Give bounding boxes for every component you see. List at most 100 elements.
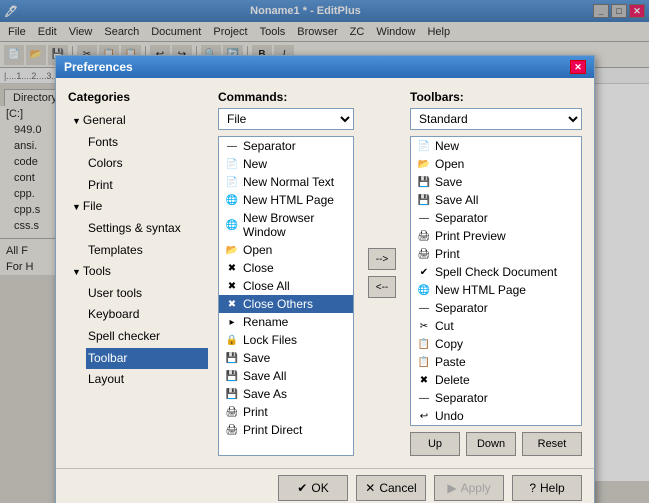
toolbar-item[interactable]: 🖨 Print bbox=[411, 245, 581, 263]
cat-fonts[interactable]: Fonts bbox=[86, 132, 208, 154]
toolbar-item-label: Separator bbox=[435, 211, 488, 225]
toolbar-item-icon: ↩ bbox=[417, 409, 431, 423]
command-item-label: New HTML Page bbox=[243, 193, 334, 207]
commands-item[interactable]: 💾Save As bbox=[219, 385, 353, 403]
toolbar-item[interactable]: 🌐New HTML Page bbox=[411, 281, 581, 299]
toolbar-item-label: Open bbox=[435, 157, 464, 171]
toolbar-item[interactable]: 📋Copy bbox=[411, 335, 581, 353]
cat-spell-checker[interactable]: Spell checker bbox=[86, 326, 208, 348]
toolbar-item[interactable]: —Separator bbox=[411, 389, 581, 407]
cat-templates[interactable]: Templates bbox=[86, 240, 208, 262]
preferences-dialog: Preferences ✕ Categories ▼ General Fonts… bbox=[55, 55, 595, 503]
ok-btn[interactable]: ✔ OK bbox=[278, 475, 348, 501]
cat-colors[interactable]: Colors bbox=[86, 153, 208, 175]
apply-label: Apply bbox=[461, 481, 491, 495]
cat-user-tools[interactable]: User tools bbox=[86, 283, 208, 305]
commands-item[interactable]: 📂Open bbox=[219, 241, 353, 259]
ok-label: OK bbox=[311, 481, 328, 495]
move-left-btn[interactable]: <-- bbox=[368, 276, 396, 298]
cat-keyboard[interactable]: Keyboard bbox=[86, 304, 208, 326]
toolbar-management-btns: Up Down Reset bbox=[410, 432, 582, 456]
dialog-body: Categories ▼ General Fonts Colors Print bbox=[56, 78, 594, 468]
toolbar-item[interactable]: 🖨 Print Preview bbox=[411, 227, 581, 245]
toolbar-item-label: Print bbox=[435, 247, 460, 261]
cat-tools-children: User tools Keyboard Spell checker Toolba… bbox=[86, 283, 208, 391]
down-btn[interactable]: Down bbox=[466, 432, 516, 456]
toolbar-item[interactable]: ✖Delete bbox=[411, 371, 581, 389]
cat-file-toggle[interactable]: ▼ File bbox=[72, 196, 208, 218]
apply-arrow-icon: ▶ bbox=[447, 481, 456, 495]
command-item-label: Close Others bbox=[243, 297, 313, 311]
command-item-label: New Normal Text bbox=[243, 175, 334, 189]
cat-group-tools: ▼ Tools User tools Keyboard Spell checke… bbox=[72, 261, 208, 391]
toolbar-item[interactable]: 📋Paste bbox=[411, 353, 581, 371]
command-item-label: Save All bbox=[243, 369, 286, 383]
cat-file-label: File bbox=[83, 196, 102, 218]
commands-item[interactable]: 📄New bbox=[219, 155, 353, 173]
help-btn[interactable]: ? Help bbox=[512, 475, 582, 501]
toolbar-item-icon: ✂ bbox=[417, 319, 431, 333]
cat-general-toggle[interactable]: ▼ General bbox=[72, 110, 208, 132]
commands-item[interactable]: ✖Close All bbox=[219, 277, 353, 295]
commands-item[interactable]: 💾Save All bbox=[219, 367, 353, 385]
toolbar-item[interactable]: ✂Cut bbox=[411, 317, 581, 335]
commands-item[interactable]: ▸Rename bbox=[219, 313, 353, 331]
dialog-footer: ✔ OK ✕ Cancel ▶ Apply ? Help bbox=[56, 468, 594, 503]
cancel-btn[interactable]: ✕ Cancel bbox=[356, 475, 426, 501]
toolbar-item[interactable]: —Separator bbox=[411, 299, 581, 317]
reset-btn[interactable]: Reset bbox=[522, 432, 582, 456]
move-right-btn[interactable]: --> bbox=[368, 248, 396, 270]
cat-general-children: Fonts Colors Print bbox=[86, 132, 208, 197]
command-item-icon: 📄 bbox=[225, 175, 239, 189]
toolbar-item-icon: — bbox=[417, 211, 431, 225]
commands-item[interactable]: 🔒Lock Files bbox=[219, 331, 353, 349]
toolbars-dropdown[interactable]: Standard bbox=[410, 108, 582, 130]
up-btn[interactable]: Up bbox=[410, 432, 460, 456]
cat-tools-toggle[interactable]: ▼ Tools bbox=[72, 261, 208, 283]
toolbar-item[interactable]: 📄New bbox=[411, 137, 581, 155]
help-icon: ? bbox=[529, 481, 536, 495]
toolbars-panel: Toolbars: Standard 📄New📂Open💾Save💾Save A… bbox=[410, 90, 582, 456]
toolbar-item[interactable]: ✔Spell Check Document bbox=[411, 263, 581, 281]
command-item-label: Separator bbox=[243, 139, 296, 153]
cat-toolbar[interactable]: Toolbar bbox=[86, 348, 208, 370]
toolbar-item-label: Undo bbox=[435, 409, 464, 423]
toolbar-item-icon: 🌐 bbox=[417, 283, 431, 297]
toolbar-item[interactable]: — Separator bbox=[411, 209, 581, 227]
command-item-icon: 💾 bbox=[225, 351, 239, 365]
commands-item[interactable]: ✖Close bbox=[219, 259, 353, 277]
cat-layout[interactable]: Layout bbox=[86, 369, 208, 391]
commands-item[interactable]: ✖Close Others bbox=[219, 295, 353, 313]
command-item-icon: 📂 bbox=[225, 243, 239, 257]
toolbar-item-label: Print Preview bbox=[435, 229, 506, 243]
command-item-label: Rename bbox=[243, 315, 288, 329]
apply-btn[interactable]: ▶ Apply bbox=[434, 475, 504, 501]
cancel-x-icon: ✕ bbox=[365, 481, 375, 495]
cat-settings-syntax[interactable]: Settings & syntax bbox=[86, 218, 208, 240]
commands-dropdown[interactable]: File bbox=[218, 108, 354, 130]
dialog-title-bar: Preferences ✕ bbox=[56, 56, 594, 78]
cat-tools-label: Tools bbox=[83, 261, 111, 283]
commands-item[interactable]: —Separator bbox=[219, 137, 353, 155]
toolbar-item[interactable]: 💾Save All bbox=[411, 191, 581, 209]
commands-item[interactable]: 🖨Print bbox=[219, 403, 353, 421]
toolbar-item-icon: 🖨 bbox=[417, 247, 431, 261]
toolbar-item-icon: 💾 bbox=[417, 193, 431, 207]
toolbar-item[interactable]: 💾Save bbox=[411, 173, 581, 191]
commands-item[interactable]: 📄 New Normal Text bbox=[219, 173, 353, 191]
commands-item[interactable]: 💾Save bbox=[219, 349, 353, 367]
toolbar-item-icon: 🖨 bbox=[417, 229, 431, 243]
toolbar-item[interactable]: ↩ Undo bbox=[411, 407, 581, 425]
toolbars-list[interactable]: 📄New📂Open💾Save💾Save All — Separator 🖨 Print … bbox=[410, 136, 582, 426]
commands-panel: Commands: File —Separator📄New📄New Normal… bbox=[218, 90, 354, 456]
commands-item[interactable]: 🌐New HTML Page bbox=[219, 191, 353, 209]
toolbar-item-label: Copy bbox=[435, 337, 463, 351]
command-item-icon: 📄 bbox=[225, 157, 239, 171]
toolbar-item[interactable]: 📂Open bbox=[411, 155, 581, 173]
dialog-close-btn[interactable]: ✕ bbox=[570, 60, 586, 74]
cat-print[interactable]: Print bbox=[86, 175, 208, 197]
commands-item[interactable]: 🌐New Browser Window bbox=[219, 209, 353, 241]
commands-item[interactable]: 🖨Print Direct bbox=[219, 421, 353, 439]
file-arrow: ▼ bbox=[72, 199, 81, 215]
commands-list[interactable]: —Separator📄New📄New Normal Text🌐New HTML … bbox=[218, 136, 354, 456]
